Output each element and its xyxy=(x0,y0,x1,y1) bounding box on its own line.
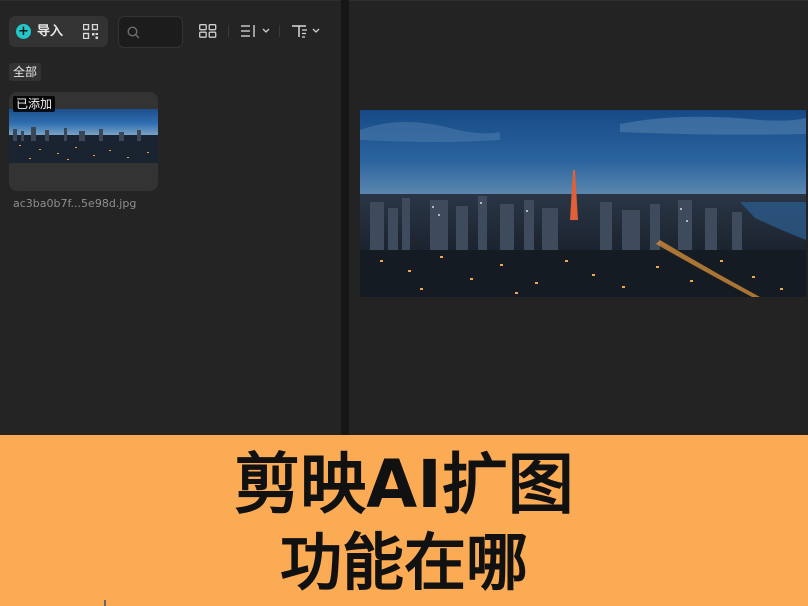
media-thumbnail xyxy=(9,109,158,163)
import-label: 导入 xyxy=(37,24,64,39)
sort-icon[interactable] xyxy=(240,23,272,39)
tab-all[interactable]: 全部 xyxy=(9,63,42,81)
toolbar-divider xyxy=(279,25,280,37)
timeline-marker xyxy=(104,600,106,606)
caption-banner: 剪映AI扩图 功能在哪 xyxy=(0,435,808,606)
media-panel: + 导入 全部 已添加 ac3ba0b7f...5e98d.jpg xyxy=(0,0,341,435)
panel-splitter[interactable] xyxy=(341,0,349,435)
search-icon xyxy=(127,26,140,39)
filter-icon[interactable] xyxy=(291,23,323,39)
media-filename: ac3ba0b7f...5e98d.jpg xyxy=(13,197,137,210)
import-button[interactable]: + 导入 xyxy=(9,16,108,47)
qr-code-icon[interactable] xyxy=(83,24,98,39)
search-input[interactable] xyxy=(118,16,183,48)
toolbar-divider xyxy=(228,25,229,37)
caption-line-1: 剪映AI扩图 xyxy=(234,446,574,523)
editor-app: + 导入 全部 已添加 ac3ba0b7f...5e98d.jpg 剪映AI扩图… xyxy=(0,0,808,606)
caption-line-2: 功能在哪 xyxy=(279,526,528,599)
grid-view-icon[interactable] xyxy=(199,23,217,39)
plus-circle-icon: + xyxy=(16,24,31,39)
preview-image[interactable] xyxy=(360,110,806,297)
media-item[interactable]: 已添加 xyxy=(9,92,158,191)
added-badge: 已添加 xyxy=(13,96,56,112)
